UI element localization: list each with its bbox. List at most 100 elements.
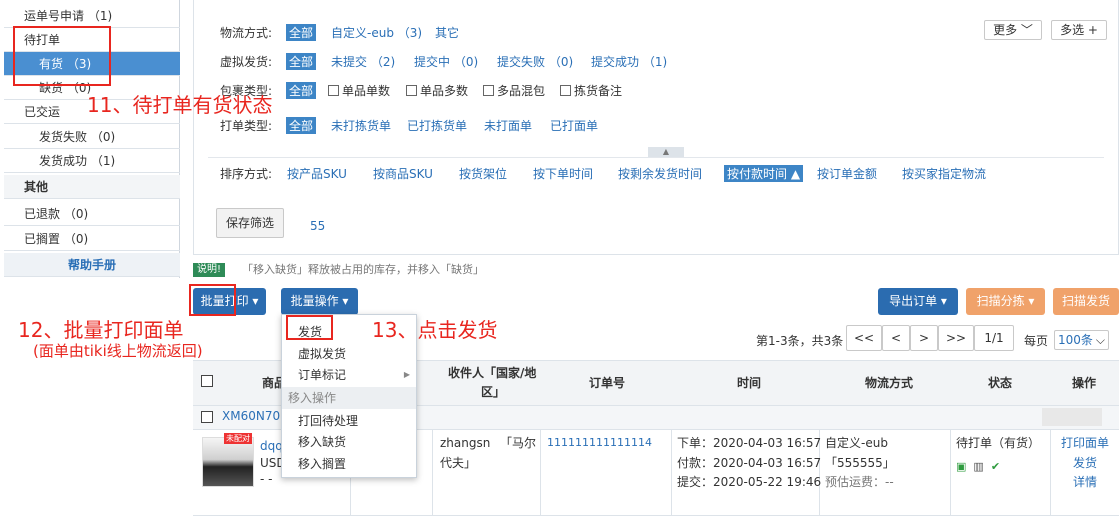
sort-remaining-time[interactable]: 按剩余发货时间: [618, 165, 702, 182]
check-single-item-multi[interactable]: 单品多数: [406, 82, 468, 99]
filter-virtual-success[interactable]: 提交成功 （1): [591, 53, 667, 70]
sort-pay-time[interactable]: 按付款时间 ▲: [724, 165, 804, 182]
select-all-checkbox[interactable]: [201, 375, 213, 387]
filter-virtual-unsubmitted[interactable]: 未提交 （2): [331, 53, 395, 70]
filter-print-all[interactable]: 全部: [286, 117, 317, 134]
filter-shipping-eub[interactable]: 自定义-eub （3): [331, 24, 422, 41]
sidebar-item-pending-print[interactable]: 待打单: [4, 28, 180, 52]
recipient-country-cont: 代夫」: [440, 456, 477, 470]
order-number[interactable]: 111111111111114: [547, 433, 652, 453]
sort-order-time[interactable]: 按下单时间: [533, 165, 593, 182]
scan-sort-button[interactable]: 扫描分拣 ▾: [966, 288, 1045, 315]
check-label: 单品多数: [420, 84, 469, 98]
filter-virtual-all[interactable]: 全部: [286, 53, 317, 70]
col-header-time: 时间: [737, 376, 762, 390]
menu-item-move-out-of-stock[interactable]: 移入缺货: [282, 431, 416, 453]
chevron-down-icon: ﹀: [1020, 23, 1033, 37]
menu-item-return-pending[interactable]: 打回待处理: [282, 410, 416, 432]
sort-order-amount[interactable]: 按订单金额: [817, 165, 877, 182]
page-indicator[interactable]: 1/1: [974, 325, 1014, 351]
barcode-icon[interactable]: ▥: [973, 460, 983, 473]
batch-print-button[interactable]: 批量打印 ▾: [193, 288, 266, 315]
menu-item-order-mark[interactable]: 订单标记 ▶: [282, 364, 416, 386]
per-page-label: 每页: [1024, 334, 1049, 348]
chevron-down-icon: ⌵: [1095, 333, 1105, 347]
col-header-recipient-2: 区」: [481, 385, 506, 399]
filter-shipping-other[interactable]: 其它: [435, 24, 459, 41]
filter-print-picked[interactable]: 已打拣货单: [407, 117, 467, 134]
check-icon[interactable]: ✔: [991, 460, 1000, 473]
notice-badge: 说明!: [193, 263, 226, 277]
sidebar-item-ship-success[interactable]: 发货成功 （1): [4, 149, 180, 173]
col-header-order: 订单号: [589, 376, 626, 390]
check-label: 单品单数: [342, 84, 391, 98]
pay-time: 付款：2020-04-03 16:57: [677, 456, 822, 470]
sort-item-sku[interactable]: 按商品SKU: [373, 165, 433, 182]
col-header-shipping: 物流方式: [865, 376, 914, 390]
page-first-button[interactable]: <<: [846, 325, 882, 351]
page-next-button[interactable]: >: [910, 325, 938, 351]
print-label-link[interactable]: 打印面单: [1061, 433, 1109, 453]
menu-group-move: 移入操作: [282, 387, 416, 409]
filter-virtual-failed[interactable]: 提交失败 （0): [497, 53, 573, 70]
divider: [950, 430, 951, 516]
ship-link[interactable]: 发货: [1073, 453, 1097, 473]
col-header-recipient: 收件人「国家/地: [448, 366, 537, 380]
filter-package-all[interactable]: 全部: [286, 82, 317, 99]
divider: [540, 430, 541, 516]
scan-ship-button[interactable]: 扫描发货: [1053, 288, 1119, 315]
divider: [432, 430, 433, 516]
annotation-12-sub: (面单由tiki线上物流返回): [33, 342, 203, 360]
estimated-fee: 预估运费：--: [825, 475, 894, 489]
batch-operations-button[interactable]: 批量操作 ▾: [281, 288, 358, 315]
check-picking-note[interactable]: 拣货备注: [560, 82, 622, 99]
sidebar-item-ship-failed[interactable]: 发货失败 （0): [4, 125, 180, 149]
filter-label-shipping: 物流方式:: [220, 26, 273, 40]
save-filter-button[interactable]: 保存筛选: [216, 208, 284, 238]
blurred-area: [1042, 408, 1102, 426]
sidebar: 运单号申请 （1) 待打单 有货 （3) 缺货 （0) 已交运 发货失败 （0)…: [4, 0, 180, 278]
menu-item-move-hold[interactable]: 移入搁置: [282, 453, 416, 475]
notice-text: 「移入缺货」释放被占用的库存，并移入「缺货」: [242, 263, 484, 276]
shipping-method: 自定义-eub: [825, 436, 888, 450]
copy-icon[interactable]: ▣: [956, 460, 966, 473]
detail-link[interactable]: 详情: [1073, 472, 1097, 492]
col-header-ops: 操作: [1072, 376, 1097, 390]
help-manual-link[interactable]: 帮助手册: [4, 253, 180, 277]
filter-print-unpicked[interactable]: 未打拣货单: [331, 117, 391, 134]
menu-item-virtual-ship[interactable]: 虚拟发货: [282, 343, 416, 365]
multi-select-button[interactable]: 多选 +: [1051, 20, 1107, 40]
page-prev-button[interactable]: <: [882, 325, 910, 351]
annotation-12: 12、批量打印面单: [18, 318, 184, 342]
sort-buyer-logistics[interactable]: 按买家指定物流: [902, 165, 986, 182]
sort-shelf[interactable]: 按货架位: [459, 165, 507, 182]
per-page-select[interactable]: 100条 ⌵: [1054, 330, 1109, 350]
saved-filter-55[interactable]: 55: [310, 219, 325, 233]
checkbox-icon: [328, 85, 339, 96]
sort-product-sku[interactable]: 按产品SKU: [287, 165, 347, 182]
more-filter-button[interactable]: 更多 ﹀: [984, 20, 1042, 40]
sort-label: 排序方式:: [220, 167, 273, 181]
export-orders-button[interactable]: 导出订单 ▾: [878, 288, 958, 315]
product-price: - -: [260, 472, 273, 486]
sidebar-item-on-hold[interactable]: 已搁置 （0): [4, 227, 180, 251]
menu-item-label: 订单标记: [298, 368, 347, 382]
group-checkbox[interactable]: [201, 411, 213, 423]
sidebar-item-waybill-apply[interactable]: 运单号申请 （1): [4, 4, 180, 28]
check-label: 拣货备注: [574, 84, 623, 98]
filter-print-unlabeled[interactable]: 未打面单: [484, 117, 532, 134]
annotation-11: 11、待打单有货状态: [87, 93, 273, 117]
sidebar-item-in-stock[interactable]: 有货 （3): [4, 52, 180, 76]
check-multi-item-mixed[interactable]: 多品混包: [483, 82, 545, 99]
divider: [208, 157, 1104, 158]
filter-virtual-submitting[interactable]: 提交中 （0): [414, 53, 478, 70]
checkbox-icon: [483, 85, 494, 96]
submit-time: 提交：2020-05-22 19:46: [677, 475, 822, 489]
filter-shipping-all[interactable]: 全部: [286, 24, 317, 41]
page-last-button[interactable]: >>: [938, 325, 974, 351]
checkbox-icon: [560, 85, 571, 96]
check-single-item-single[interactable]: 单品单数: [328, 82, 390, 99]
sidebar-item-refunded[interactable]: 已退款 （0): [4, 202, 180, 226]
product-thumbnail[interactable]: [202, 437, 254, 487]
filter-print-labeled[interactable]: 已打面单: [550, 117, 598, 134]
